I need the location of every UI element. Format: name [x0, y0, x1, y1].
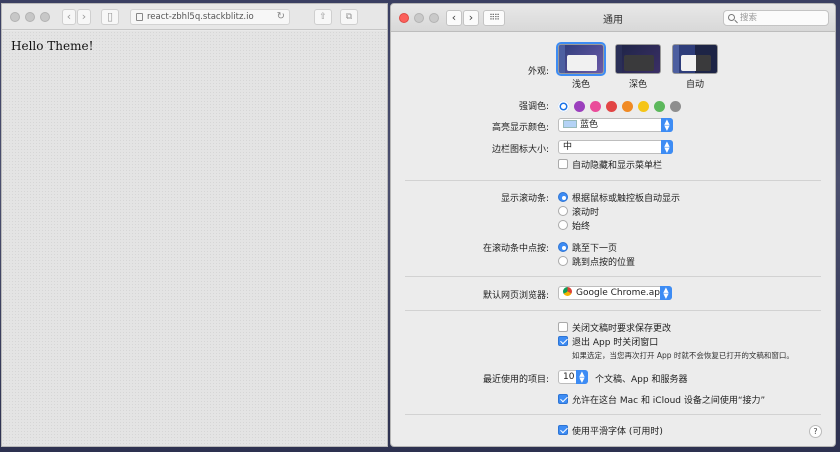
font-smoothing-checkbox[interactable] — [558, 425, 568, 435]
recent-items-popup[interactable]: 10 ▲ ▼ — [558, 370, 588, 384]
divider — [405, 180, 821, 181]
tabs-overview-icon[interactable]: ⧉ — [340, 9, 358, 25]
accent-color-pink[interactable] — [590, 101, 601, 112]
scroll-click-option-label: 跳到点按的位置 — [572, 258, 636, 268]
sidebar-icon-size-popup[interactable]: 中 ▲ ▼ — [558, 140, 673, 154]
light-theme-thumbnail — [556, 42, 606, 76]
chevron-updown-icon: ▲ ▼ — [660, 286, 672, 300]
scrollbars-label: 显示滚动条: — [500, 194, 549, 204]
font-smoothing-label: 使用平滑字体 (可用时) — [572, 427, 663, 437]
safari-window: ‹ › ▯ react-zbhl5q.stackblitz.io ↻ ⇧ ⧉ H… — [1, 3, 388, 447]
accent-color-graphite[interactable] — [670, 101, 681, 112]
scrollbars-radio-scrolling[interactable] — [558, 206, 568, 216]
dark-theme-thumbnail — [615, 44, 661, 74]
handoff-checkbox[interactable] — [558, 394, 568, 404]
accent-color-purple[interactable] — [574, 101, 585, 112]
scrollbars-radio-auto[interactable] — [558, 192, 568, 202]
highlight-label: 高亮显示颜色: — [491, 123, 549, 133]
scroll-click-option-label: 跳至下一页 — [572, 244, 618, 254]
chevron-updown-icon: ▲ ▼ — [661, 140, 673, 154]
auto-theme-thumbnail — [672, 44, 718, 74]
appearance-label: 外观: — [527, 67, 549, 77]
sidebar-icon-size-label: 边栏图标大小: — [491, 145, 549, 155]
web-content: Hello Theme! — [2, 31, 387, 446]
prefs-window: ‹ › ⠿⠿ 通用 搜索 外观: 浅色 深色 自动 强调色: 高亮显示颜色: 蓝… — [390, 3, 836, 447]
share-icon[interactable]: ⇧ — [314, 9, 332, 25]
ask-keep-changes-checkbox[interactable] — [558, 322, 568, 332]
ask-keep-changes-label: 关闭文稿时要求保存更改 — [572, 324, 672, 334]
accent-color-green[interactable] — [654, 101, 665, 112]
back-button[interactable]: ‹ — [62, 9, 76, 25]
page-text: Hello Theme! — [11, 39, 94, 53]
highlight-color-popup[interactable]: 蓝色 ▲ ▼ — [558, 118, 673, 132]
auto-hide-menu-checkbox[interactable] — [558, 159, 568, 169]
highlight-value: 蓝色 — [580, 120, 599, 130]
handoff-label: 允许在这台 Mac 和 iCloud 设备之间使用“接力” — [572, 396, 766, 406]
chrome-icon — [563, 287, 572, 296]
minimize-button[interactable] — [25, 12, 35, 22]
scrollbars-radio-always[interactable] — [558, 220, 568, 230]
appearance-option-light[interactable]: 浅色 — [556, 42, 606, 90]
safari-toolbar: ‹ › ▯ react-zbhl5q.stackblitz.io ↻ ⇧ ⧉ — [2, 4, 387, 30]
divider — [405, 310, 821, 311]
default-browser-popup[interactable]: Google Chrome.app ▲ ▼ — [558, 286, 672, 300]
appearance-option-label: 深色 — [628, 80, 647, 90]
close-windows-checkbox[interactable] — [558, 336, 568, 346]
auto-hide-menu-label: 自动隐藏和显示菜单栏 — [572, 161, 663, 171]
default-browser-value: Google Chrome.app — [576, 288, 666, 298]
accent-color-red[interactable] — [606, 101, 617, 112]
close-windows-note: 如果选定，当您再次打开 App 时就不会恢复已打开的文稿和窗口。 — [572, 351, 794, 360]
chevron-updown-icon: ▲ ▼ — [576, 370, 588, 384]
forward-button[interactable]: › — [77, 9, 91, 25]
scroll-click-radio-next-page[interactable] — [558, 242, 568, 252]
appearance-option-auto[interactable]: 自动 — [672, 44, 718, 90]
divider — [405, 276, 821, 277]
address-text: react-zbhl5q.stackblitz.io — [147, 12, 254, 22]
appearance-option-label: 浅色 — [571, 80, 590, 90]
divider — [405, 414, 821, 415]
recent-items-suffix: 个文稿、App 和服务器 — [595, 375, 688, 385]
address-bar[interactable]: react-zbhl5q.stackblitz.io ↻ — [130, 9, 290, 25]
accent-color-blue[interactable] — [558, 101, 569, 112]
help-button[interactable]: ? — [809, 425, 822, 438]
accent-color-yellow[interactable] — [638, 101, 649, 112]
accent-label: 强调色: — [518, 102, 549, 112]
zoom-button[interactable] — [40, 12, 50, 22]
scroll-click-label: 在滚动条中点按: — [482, 244, 549, 254]
sidebar-icon-size-value: 中 — [563, 142, 573, 152]
sidebar-toggle-icon[interactable]: ▯ — [101, 9, 119, 25]
search-field[interactable]: 搜索 — [723, 10, 829, 26]
scrollbars-option-label: 根据鼠标或触控板自动显示 — [572, 194, 681, 204]
close-windows-label: 退出 App 时关闭窗口 — [572, 338, 659, 348]
accent-color-orange[interactable] — [622, 101, 633, 112]
recent-items-label: 最近使用的项目: — [482, 375, 549, 385]
chevron-updown-icon: ▲ ▼ — [661, 118, 673, 132]
search-icon — [728, 14, 735, 21]
scroll-click-radio-position[interactable] — [558, 256, 568, 266]
appearance-option-dark[interactable]: 深色 — [615, 44, 661, 90]
scrollbars-option-label: 始终 — [572, 222, 591, 232]
appearance-option-label: 自动 — [685, 80, 704, 90]
default-browser-label: 默认网页浏览器: — [482, 291, 549, 301]
prefs-toolbar: ‹ › ⠿⠿ 通用 搜索 — [391, 4, 835, 32]
recent-items-value: 10 — [563, 372, 575, 382]
highlight-swatch — [563, 120, 577, 128]
scrollbars-option-label: 滚动时 — [572, 208, 600, 218]
lock-icon — [136, 13, 143, 21]
reload-icon[interactable]: ↻ — [277, 10, 285, 24]
close-button[interactable] — [10, 12, 20, 22]
search-placeholder: 搜索 — [740, 13, 758, 23]
